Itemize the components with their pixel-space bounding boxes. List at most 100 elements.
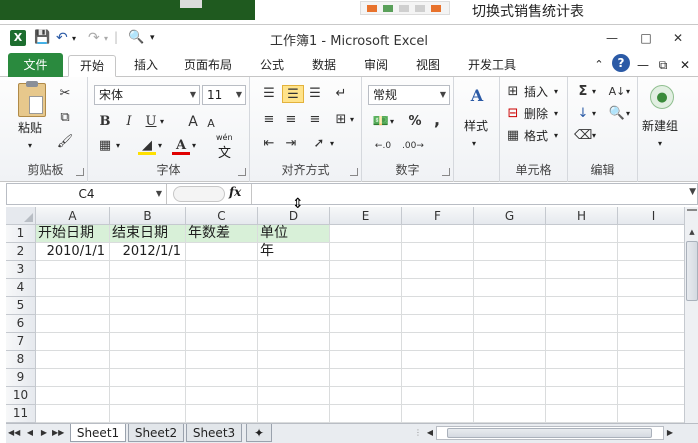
last-sheet-icon[interactable]: ▶▶ <box>52 426 64 440</box>
first-sheet-icon[interactable]: ◀◀ <box>8 426 20 440</box>
font-name-select[interactable]: 宋体 ▼ <box>94 85 200 105</box>
cell-b10[interactable] <box>110 387 186 405</box>
comma-style-button[interactable]: , <box>428 111 446 129</box>
cell-b6[interactable] <box>110 315 186 333</box>
cell-g5[interactable] <box>474 297 546 315</box>
cell-h3[interactable] <box>546 261 618 279</box>
cell-e2[interactable] <box>330 243 402 261</box>
cell-f3[interactable] <box>402 261 474 279</box>
font-size-select[interactable]: 11 ▼ <box>202 85 246 105</box>
cell-d11[interactable] <box>258 405 330 423</box>
cell-c9[interactable] <box>186 369 258 387</box>
cell-e3[interactable] <box>330 261 402 279</box>
cell-b11[interactable] <box>110 405 186 423</box>
merge-center-icon[interactable]: ⊞ <box>332 111 350 129</box>
number-launcher-icon[interactable] <box>442 168 450 176</box>
new-group-icon[interactable]: ● <box>650 85 674 109</box>
tab-split-handle[interactable]: ⋮ <box>412 426 424 440</box>
format-dropdown-icon[interactable]: ▾ <box>554 127 558 145</box>
help-icon[interactable]: ? <box>612 54 630 72</box>
cell-f6[interactable] <box>402 315 474 333</box>
format-cells-button[interactable]: 格式 <box>524 127 548 145</box>
split-box[interactable] <box>687 209 697 219</box>
workbook-minimize-icon[interactable]: — <box>636 55 650 77</box>
cell-a6[interactable] <box>36 315 110 333</box>
paste-dropdown-icon[interactable]: ▾ <box>28 137 32 155</box>
row-header-10[interactable]: 10 <box>6 387 36 405</box>
cell-d4[interactable] <box>258 279 330 297</box>
align-bottom-icon[interactable]: ☰ <box>306 85 324 103</box>
tab-insert[interactable]: 插入 <box>126 55 166 77</box>
cell-h4[interactable] <box>546 279 618 297</box>
cell-e7[interactable] <box>330 333 402 351</box>
cell-f7[interactable] <box>402 333 474 351</box>
cut-icon[interactable]: ✂ <box>56 85 74 103</box>
font-launcher-icon[interactable] <box>238 168 246 176</box>
row-header-9[interactable]: 9 <box>6 369 36 387</box>
scroll-up-icon[interactable]: ▲ <box>686 225 698 239</box>
cell-i4[interactable] <box>618 279 684 297</box>
cell-e5[interactable] <box>330 297 402 315</box>
increase-indent-icon[interactable]: ⇥ <box>282 135 300 153</box>
cell-c4[interactable] <box>186 279 258 297</box>
fill-dropdown-icon[interactable]: ▾ <box>592 105 596 123</box>
cell-e9[interactable] <box>330 369 402 387</box>
sort-filter-icon[interactable]: A↓ <box>608 83 626 101</box>
increase-decimal-icon[interactable]: ←.0 <box>372 137 394 155</box>
accounting-dropdown-icon[interactable]: ▾ <box>390 113 394 131</box>
row-header-7[interactable]: 7 <box>6 333 36 351</box>
cell-b9[interactable] <box>110 369 186 387</box>
cell-f5[interactable] <box>402 297 474 315</box>
tab-home[interactable]: 开始 <box>68 55 116 77</box>
cell-c11[interactable] <box>186 405 258 423</box>
cell-e10[interactable] <box>330 387 402 405</box>
cell-h11[interactable] <box>546 405 618 423</box>
row-header-6[interactable]: 6 <box>6 315 36 333</box>
cell-h7[interactable] <box>546 333 618 351</box>
minimize-icon[interactable]: — <box>598 28 626 48</box>
column-header-c[interactable]: C <box>186 207 258 225</box>
insert-cells-button[interactable]: 插入 <box>524 83 548 101</box>
cell-i10[interactable] <box>618 387 684 405</box>
merge-dropdown-icon[interactable]: ▾ <box>350 111 354 129</box>
autosum-icon[interactable]: Σ <box>574 83 592 101</box>
tab-review[interactable]: 审阅 <box>356 55 396 77</box>
prev-sheet-icon[interactable]: ◀ <box>24 426 36 440</box>
cell-f11[interactable] <box>402 405 474 423</box>
paste-label[interactable]: 粘贴 <box>18 119 42 137</box>
column-header-b[interactable]: B <box>110 207 186 225</box>
cell-g7[interactable] <box>474 333 546 351</box>
cell-g3[interactable] <box>474 261 546 279</box>
cell-i3[interactable] <box>618 261 684 279</box>
column-header-f[interactable]: F <box>402 207 474 225</box>
cell-h10[interactable] <box>546 387 618 405</box>
cell-h9[interactable] <box>546 369 618 387</box>
align-top-icon[interactable]: ☰ <box>260 85 278 103</box>
cell-i8[interactable] <box>618 351 684 369</box>
cell-e11[interactable] <box>330 405 402 423</box>
font-color-icon[interactable]: A <box>172 137 190 155</box>
cell-f10[interactable] <box>402 387 474 405</box>
cell-d6[interactable] <box>258 315 330 333</box>
cell-i5[interactable] <box>618 297 684 315</box>
clear-dropdown-icon[interactable]: ▾ <box>592 127 596 145</box>
fill-icon[interactable]: ↓ <box>574 105 592 123</box>
cell-d8[interactable] <box>258 351 330 369</box>
cell-g4[interactable] <box>474 279 546 297</box>
group-styles[interactable]: A 样式 ▾ <box>454 77 500 182</box>
workbook-restore-icon[interactable]: ⧉ <box>656 55 670 77</box>
cell-h8[interactable] <box>546 351 618 369</box>
styles-dropdown-icon[interactable]: ▾ <box>472 135 476 153</box>
insert-sheet-icon[interactable]: ✦ <box>246 424 272 442</box>
cell-d3[interactable] <box>258 261 330 279</box>
fill-color-icon[interactable]: ◢ <box>138 137 156 155</box>
fill-color-dropdown-icon[interactable]: ▾ <box>158 137 162 155</box>
column-header-h[interactable]: H <box>546 207 618 225</box>
cell-e8[interactable] <box>330 351 402 369</box>
cell-a1[interactable]: 开始日期 <box>36 225 110 243</box>
cell-g11[interactable] <box>474 405 546 423</box>
cell-i7[interactable] <box>618 333 684 351</box>
decrease-decimal-icon[interactable]: .00→ <box>402 137 424 155</box>
cell-g10[interactable] <box>474 387 546 405</box>
format-painter-icon[interactable]: 🖌 <box>56 133 74 151</box>
